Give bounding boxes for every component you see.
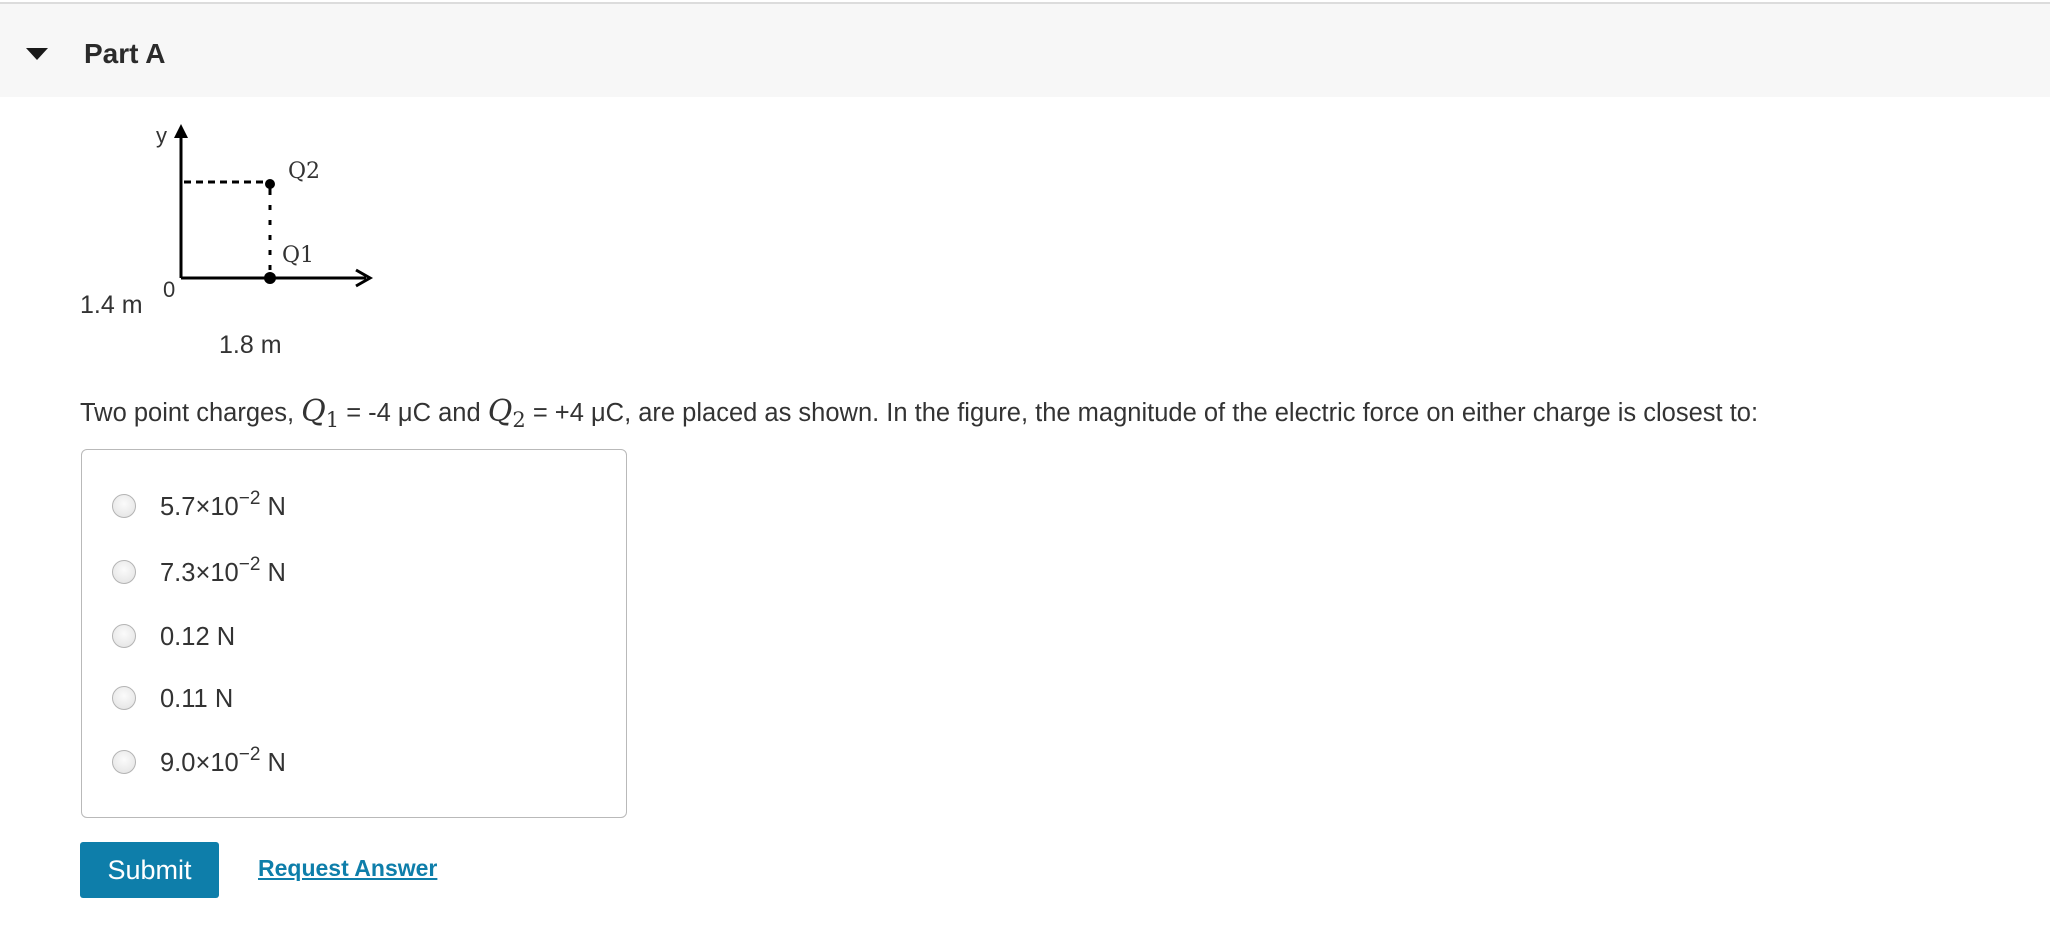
part-title: Part A	[84, 38, 166, 69]
q1-symbol: Q1	[301, 394, 340, 432]
choice-label: 0.12 N	[160, 623, 236, 651]
choice-3[interactable]: 0.12 N	[112, 618, 592, 658]
radio-button[interactable]	[112, 750, 136, 774]
submit-button[interactable]: Submit	[80, 842, 219, 898]
choice-label: 0.11 N	[160, 685, 234, 713]
charge-figure: y Q2 Q1 0 1.4 m 1.8 m	[60, 110, 390, 370]
y-axis-arrow	[174, 124, 188, 138]
question-intro: Two point charges,	[80, 399, 302, 427]
choice-label: 9.0×10−2 N	[160, 744, 286, 777]
part-header[interactable]: Part A	[0, 4, 2050, 97]
radio-button[interactable]	[112, 686, 136, 710]
origin-label: 0	[163, 277, 176, 302]
y-axis-label: y	[156, 123, 167, 148]
vertical-distance-label: 1.4 m	[80, 291, 143, 319]
radio-button[interactable]	[112, 624, 136, 648]
choice-2[interactable]: 7.3×10−2 N	[112, 554, 592, 594]
request-answer-link[interactable]: Request Answer	[258, 852, 437, 884]
horizontal-distance-label: 1.8 m	[219, 331, 282, 359]
choice-label: 5.7×10−2 N	[160, 488, 286, 521]
answer-choices: 5.7×10−2 N 7.3×10−2 N 0.12 N 0.11 N 9.0×…	[81, 449, 627, 818]
q1-charge-point	[264, 272, 276, 284]
choice-label: 7.3×10−2 N	[160, 554, 286, 587]
question-q1-value: = -4 μC and	[339, 399, 488, 427]
question-q2-value: = +4 μC, are placed as shown. In the fig…	[525, 399, 1759, 427]
choice-1[interactable]: 5.7×10−2 N	[112, 488, 592, 528]
radio-button[interactable]	[112, 560, 136, 584]
caret-down-icon[interactable]	[24, 46, 50, 62]
q2-label: Q2	[288, 159, 321, 184]
q1-label: Q1	[282, 243, 315, 268]
choice-5[interactable]: 9.0×10−2 N	[112, 744, 592, 784]
q2-symbol: Q2	[487, 394, 526, 432]
radio-button[interactable]	[112, 494, 136, 518]
choice-4[interactable]: 0.11 N	[112, 680, 592, 720]
question-text: Two point charges, Q1 = -4 μC and Q2 = +…	[80, 392, 1758, 440]
